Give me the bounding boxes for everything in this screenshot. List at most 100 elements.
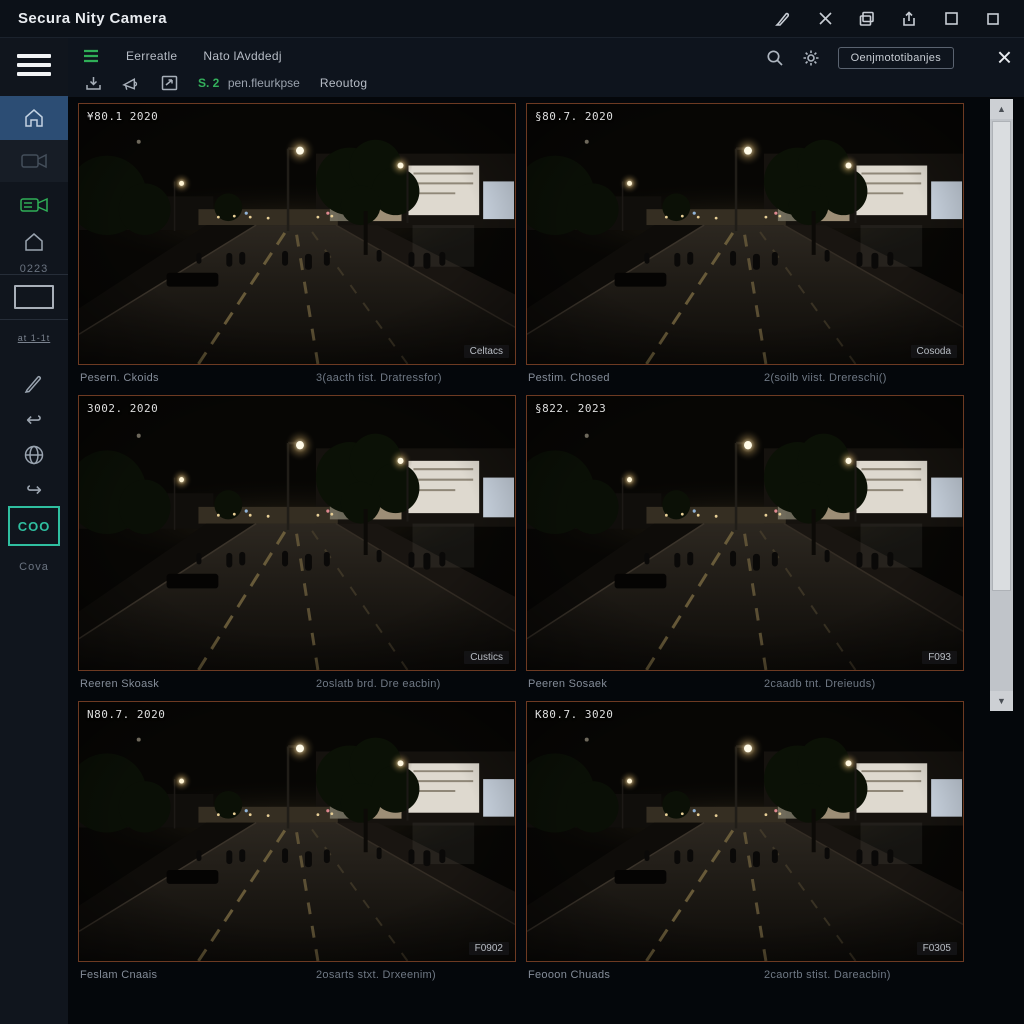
street-scene [79, 702, 515, 961]
camera-tile[interactable]: K80.7. 3020 F0305 Feooon Chuads 2caortb … [526, 701, 964, 985]
menu-icon[interactable] [0, 48, 68, 82]
camera-tile[interactable]: N80.7. 2020 F0902 Feslam Cnaais 2osarts … [78, 701, 516, 985]
caption-detail: 2(soilb viist. Drereschi() [764, 372, 887, 384]
sidebar-item-home[interactable] [0, 96, 68, 140]
close-panel-icon[interactable]: × [997, 44, 1012, 70]
megaphone-icon[interactable] [122, 75, 140, 91]
list-icon[interactable] [82, 48, 100, 64]
timestamp-overlay: K80.7. 3020 [535, 708, 613, 721]
camera-tile[interactable]: §80.7. 2020 Cosoda Pestim. Chosed 2(soil… [526, 103, 964, 388]
menu-item-2[interactable]: Nato lAvddedj [203, 49, 281, 63]
timestamp-overlay: §822. 2023 [535, 402, 606, 415]
status-code: S. 2 [198, 76, 219, 90]
timestamp-overlay: N80.7. 2020 [87, 708, 165, 721]
camera-feed-image[interactable]: ¥80.1 2020 Celtacs [78, 103, 516, 365]
reply-icon: ↩ [26, 479, 42, 502]
sidebar-item-globe[interactable] [0, 440, 68, 470]
scrollbar[interactable]: ▲ ▼ [990, 99, 1013, 711]
camera-id-badge[interactable]: Custics [464, 651, 509, 664]
home-outline-icon [22, 231, 46, 253]
camera-tile[interactable]: §822. 2023 F093 Peeren Sosaek 2caadb tnt… [526, 395, 964, 694]
camera-id-badge[interactable]: F0902 [469, 942, 509, 955]
street-scene [79, 104, 515, 364]
notifications-button[interactable]: Oenjmototibanjes [838, 47, 954, 69]
caption-detail: 2caadb tnt. Dreieuds) [764, 678, 875, 690]
toolbar-right: Oenjmototibanjes [766, 47, 954, 69]
sidebar-item-camera[interactable] [0, 140, 68, 182]
caption-detail: 2osarts stxt. Drxeenim) [316, 969, 436, 981]
sidebar-item-monitor[interactable] [0, 274, 68, 320]
camera-grid: ¥80.1 2020 Celtacs Pesern. Ckoids 3(aact… [78, 103, 964, 985]
caption-detail: 3(aacth tist. Dratressfor) [316, 372, 442, 384]
timestamp-overlay: 3002. 2020 [87, 402, 158, 415]
sidebar-item-home-alt[interactable] [0, 226, 68, 258]
camera-feed-image[interactable]: N80.7. 2020 F0902 [78, 701, 516, 962]
camcorder-icon [20, 196, 48, 214]
camera-caption: Peeren Sosaek 2caadb tnt. Dreieuds) [526, 678, 964, 694]
sidebar-item-reply[interactable]: ↩ [0, 476, 68, 504]
status-text: pen.fleurkpse [228, 76, 300, 90]
camera-caption: Feooon Chuads 2caortb stist. Dareacbin) [526, 969, 964, 985]
toolbar-row1: Eerreatle Nato lAvddedj [82, 43, 282, 69]
sidebar-item-camcorder[interactable] [0, 188, 68, 222]
scroll-up-icon[interactable]: ▲ [990, 99, 1013, 119]
street-scene [79, 396, 515, 670]
camera-wall: ¥80.1 2020 Celtacs Pesern. Ckoids 3(aact… [68, 98, 1024, 1024]
monitor-icon [14, 285, 54, 309]
caption-label: Pesern. Ckoids [80, 372, 159, 384]
sidebar-item-undo[interactable]: ↩ [0, 406, 68, 434]
scrollbar-thumb[interactable] [992, 121, 1011, 591]
menu-item-1[interactable]: Eerreatle [126, 49, 177, 63]
camera-tile[interactable]: ¥80.1 2020 Celtacs Pesern. Ckoids 3(aact… [78, 103, 516, 388]
gear-icon[interactable] [802, 50, 820, 66]
share-icon[interactable] [900, 10, 918, 28]
recording-label[interactable]: Reoutog [320, 76, 367, 90]
menu-bar [17, 54, 51, 58]
camera-feed-image[interactable]: K80.7. 3020 F0305 [526, 701, 964, 962]
undo-icon: ↩ [26, 409, 42, 432]
home-icon [22, 106, 46, 130]
caption-label: Pestim. Chosed [528, 372, 610, 384]
security-camera-app: Secura Nity Camera [0, 0, 1024, 1024]
globe-icon [23, 444, 45, 466]
pencil-icon [23, 372, 45, 394]
titlebar-icons [774, 10, 1006, 28]
camera-feed-image[interactable]: 3002. 2020 Custics [78, 395, 516, 671]
restore-window-icon[interactable] [858, 10, 876, 28]
content-area: Eerreatle Nato lAvddedj S. 2 pen.fleurkp… [68, 38, 1024, 1024]
street-scene [527, 396, 963, 670]
search-icon[interactable] [766, 50, 784, 66]
timestamp-overlay: ¥80.1 2020 [87, 110, 158, 123]
pen-icon[interactable] [774, 10, 792, 28]
link-icon: COO [8, 506, 60, 546]
sidebar-item-link[interactable]: COO [0, 504, 68, 548]
maximize-icon[interactable] [942, 10, 960, 28]
download-icon[interactable] [84, 75, 102, 91]
camera-caption: Reeren Skoask 2oslatb brd. Dre eacbin) [78, 678, 516, 694]
camera-caption: Feslam Cnaais 2osarts stxt. Drxeenim) [78, 969, 516, 985]
caption-detail: 2caortb stist. Dareacbin) [764, 969, 891, 981]
toolbar: Eerreatle Nato lAvddedj S. 2 pen.fleurkp… [68, 38, 1024, 98]
scroll-down-icon[interactable]: ▼ [990, 691, 1013, 711]
sidebar: 0223 at 1-1t ↩ ↩ COO Cova [0, 38, 68, 1024]
camera-tile[interactable]: 3002. 2020 Custics Reeren Skoask 2oslatb… [78, 395, 516, 694]
camera-id-badge[interactable]: F0305 [917, 942, 957, 955]
menu-bar [17, 63, 51, 67]
window-icon[interactable] [984, 10, 1002, 28]
sidebar-label-at11[interactable]: at 1-1t [0, 328, 68, 348]
camera-icon [21, 153, 47, 169]
camera-id-badge[interactable]: Cosoda [911, 345, 957, 358]
close-icon[interactable] [816, 10, 834, 28]
caption-label: Feooon Chuads [528, 969, 610, 981]
titlebar: Secura Nity Camera [0, 0, 1024, 38]
camera-feed-image[interactable]: §80.7. 2020 Cosoda [526, 103, 964, 365]
caption-detail: 2oslatb brd. Dre eacbin) [316, 678, 441, 690]
street-scene [527, 702, 963, 961]
camera-id-badge[interactable]: Celtacs [464, 345, 509, 358]
sidebar-label-cova[interactable]: Cova [0, 558, 68, 576]
image-export-icon[interactable] [160, 75, 178, 91]
camera-feed-image[interactable]: §822. 2023 F093 [526, 395, 964, 671]
street-scene [527, 104, 963, 364]
sidebar-item-edit[interactable] [0, 368, 68, 398]
camera-id-badge[interactable]: F093 [922, 651, 957, 664]
